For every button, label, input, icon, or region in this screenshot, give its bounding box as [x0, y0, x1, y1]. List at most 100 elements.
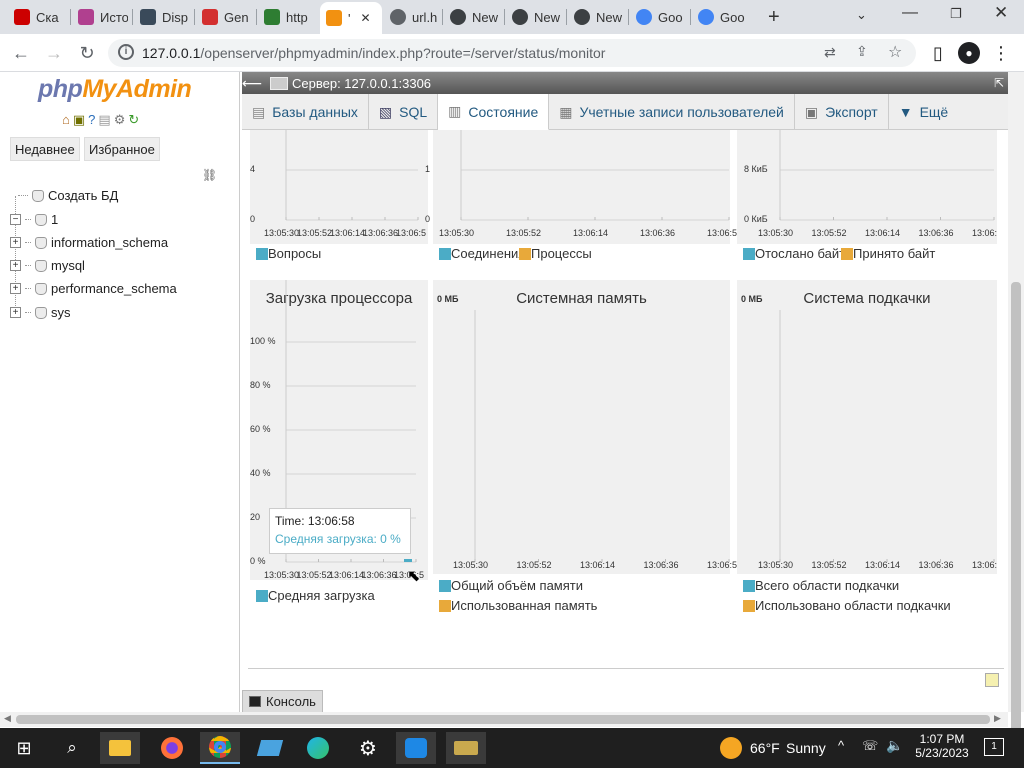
tree-connector [25, 242, 31, 243]
tree-item-create-db[interactable]: Создать БД [18, 188, 118, 203]
tab-divider [504, 9, 505, 25]
file-explorer-icon[interactable] [100, 732, 140, 764]
logo-php: php [38, 75, 83, 103]
server-label[interactable]: Сервер: 127.0.0.1:3306 [292, 76, 431, 91]
tree-item-label: performance_schema [51, 281, 177, 296]
help-icon[interactable]: ? [88, 112, 95, 128]
console-tab[interactable]: Консоль [242, 690, 323, 712]
tree-item-information-schema[interactable]: + information_schema [10, 235, 168, 250]
back-icon[interactable]: ← [10, 42, 32, 64]
users-app-icon[interactable] [396, 732, 436, 764]
clock[interactable]: 1:07 PM 5/23/2023 [914, 732, 970, 760]
scrollbar-thumb[interactable] [16, 715, 990, 724]
tree-item-performance-schema[interactable]: + performance_schema [10, 281, 177, 296]
notes-icon[interactable] [985, 673, 999, 687]
forward-icon[interactable]: → [43, 42, 65, 64]
url-path: /openserver/phpmyadmin/index.php?route=/… [200, 45, 606, 61]
pma-logo[interactable]: phpMyAdmin [38, 75, 192, 104]
minimize-icon[interactable]: — [902, 4, 918, 22]
notifications-icon[interactable]: 1 [984, 738, 1004, 756]
scroll-right-icon[interactable]: ▶ [994, 713, 1001, 724]
tree-item-label: sys [51, 305, 71, 320]
tab-title: Disp [162, 9, 189, 25]
docs-icon[interactable]: ▤ [98, 112, 110, 128]
status-icon: ▥ [448, 103, 462, 119]
browser-tab[interactable]: Disp [134, 4, 190, 30]
tab-status[interactable]: ▥ Состояние [438, 94, 550, 130]
collapse-icon[interactable]: − [10, 214, 21, 225]
weather-sun-icon[interactable] [720, 737, 742, 759]
browser-tab[interactable]: url.h [384, 4, 440, 30]
tree-item-sys[interactable]: + sys [10, 305, 71, 320]
search-icon[interactable]: ⌕ [52, 732, 92, 764]
tab-title: Goo [658, 9, 683, 25]
reload-icon[interactable]: ↻ [76, 42, 98, 64]
show-hidden-icons-icon[interactable]: ^ [838, 738, 844, 753]
close-window-icon[interactable]: ✕ [994, 3, 1008, 23]
browser-tab[interactable]: http [258, 4, 314, 30]
expand-icon[interactable]: + [10, 283, 21, 294]
tab-user-accounts[interactable]: ▦ Учетные записи пользователей [549, 94, 795, 130]
database-icon [35, 236, 47, 249]
expand-icon[interactable]: + [10, 237, 21, 248]
chrome-taskbar-icon[interactable] [200, 732, 240, 764]
browser-tab[interactable]: Goo [692, 4, 748, 30]
browser-tab[interactable]: New [568, 4, 624, 30]
scroll-left-icon[interactable]: ◀ [4, 713, 11, 724]
vertical-scrollbar[interactable] [1008, 72, 1024, 766]
tree-connector [25, 312, 31, 313]
recent-button[interactable]: Недавнее [10, 137, 80, 161]
legend-item[interactable]: Всего области подкачки [743, 578, 899, 593]
bookmark-star-icon[interactable]: ☆ [888, 42, 902, 62]
tab-databases[interactable]: ▤ Базы данных [242, 94, 369, 130]
weather-temp[interactable]: 66°F [750, 740, 780, 756]
close-tab-icon[interactable]: ✕ [360, 11, 370, 25]
translate-icon[interactable]: ⇄ [824, 44, 836, 61]
new-tab-icon[interactable]: + [768, 6, 780, 29]
scrollbar-thumb[interactable] [1011, 282, 1021, 766]
browser-tab[interactable]: New [444, 4, 500, 30]
collapse-nav-icon[interactable]: ⟵ [242, 75, 262, 92]
windows-start-icon[interactable]: ⊞ [4, 732, 44, 764]
edge-icon[interactable] [298, 732, 338, 764]
browser-tab[interactable]: Goo [630, 4, 686, 30]
browser-tab[interactable]: Ска [8, 4, 64, 30]
browser-tab[interactable]: Gen [196, 4, 252, 30]
browser-tab[interactable]: New [506, 4, 562, 30]
reload-nav-icon[interactable]: ↻ [128, 112, 139, 128]
x-tick-label: 13:05:52 [811, 560, 847, 570]
menu-kebab-icon[interactable]: ⋮ [990, 42, 1012, 64]
openserver-icon[interactable] [446, 732, 486, 764]
site-info-icon[interactable]: i [118, 44, 134, 60]
settings-gear-icon[interactable]: ⚙ [114, 112, 126, 128]
app-icon[interactable] [250, 732, 290, 764]
restore-icon[interactable]: ❐ [950, 6, 962, 22]
tree-item-mysql[interactable]: + mysql [10, 258, 85, 273]
expand-icon[interactable]: + [10, 260, 21, 271]
settings-icon[interactable]: ⚙ [348, 732, 388, 764]
home-icon[interactable]: ⌂ [62, 112, 70, 128]
expand-icon[interactable]: + [10, 307, 21, 318]
tab-more[interactable]: ▼ Ещё [889, 94, 959, 130]
share-icon[interactable]: ⇪ [856, 43, 868, 60]
tree-item-db-1[interactable]: − 1 [10, 212, 58, 227]
profile-avatar-icon[interactable]: ● [958, 42, 980, 64]
address-bar[interactable]: i 127.0.0.1/openserver/phpmyadmin/index.… [108, 39, 916, 67]
favorites-button[interactable]: Избранное [84, 137, 160, 161]
tree-item-label: Создать БД [48, 188, 119, 203]
network-icon[interactable]: ☏ [862, 738, 878, 754]
legend-item[interactable]: Использовано области подкачки [743, 598, 951, 613]
weather-text[interactable]: Sunny [786, 740, 826, 756]
side-panel-icon[interactable]: ▯ [927, 42, 949, 64]
browser-tab[interactable]: Исто [72, 4, 128, 30]
scroll-top-icon[interactable]: ⇱ [994, 76, 1004, 90]
tab-sql[interactable]: ▧ SQL [369, 94, 439, 130]
volume-icon[interactable]: 🔈 [886, 737, 903, 754]
tab-search-icon[interactable]: ⌄ [856, 7, 867, 23]
horizontal-scrollbar[interactable]: ◀ ▶ [0, 712, 1008, 727]
logout-icon[interactable]: ▣ [73, 112, 85, 128]
tab-export[interactable]: ▣ Экспорт [795, 94, 889, 130]
link-chain-icon[interactable]: ⛓ [202, 168, 217, 182]
browser-tab[interactable]: ' ✕ [320, 2, 382, 34]
firefox-icon[interactable] [152, 732, 192, 764]
